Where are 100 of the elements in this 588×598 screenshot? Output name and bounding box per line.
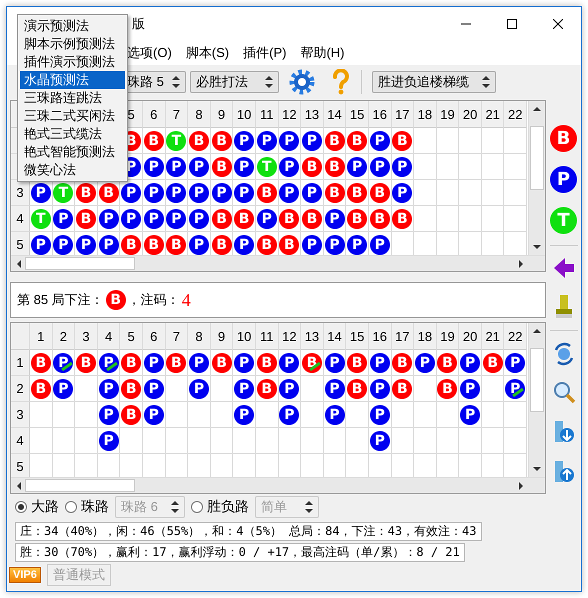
stats-text: 庄：34（40%），闲：46（55%），和：4（5%） 总局：84，下注：43，有效注：43 [15, 522, 482, 541]
grid-cell [459, 154, 482, 180]
bead: P [98, 208, 119, 228]
bead: P [324, 352, 345, 372]
bead: P [188, 352, 209, 372]
bead: P [166, 182, 186, 202]
bead: P [53, 378, 74, 398]
bead: B [370, 208, 390, 228]
menu-item[interactable]: 插件(P) [236, 44, 294, 62]
bead: P [302, 234, 322, 254]
row-header: 5 [11, 454, 30, 477]
grid-cell [504, 206, 528, 232]
grid-cell [436, 180, 460, 206]
bead: B [392, 352, 412, 372]
radio-button[interactable]: 胜负路 [191, 498, 249, 516]
row-header: 5 [11, 232, 30, 255]
column-header: 9 [210, 101, 234, 128]
window-title: 版 [132, 14, 145, 32]
column-header: 14 [324, 323, 346, 350]
arrow-left-icon[interactable] [552, 257, 574, 279]
bead: B [392, 130, 412, 150]
bead: P [505, 378, 526, 398]
bead: P [234, 352, 254, 372]
bead: B [347, 378, 368, 398]
bead: B [144, 130, 164, 150]
bead: P [98, 352, 119, 372]
row-header: 4 [11, 428, 30, 454]
settings-icon[interactable] [289, 68, 315, 94]
bead: P [144, 378, 164, 398]
bead: B [121, 352, 142, 372]
bead: P [188, 208, 209, 228]
bead: P [234, 404, 254, 424]
bead: P [144, 182, 164, 202]
radio-button[interactable]: 大路 [15, 498, 59, 516]
column-header: 8 [188, 323, 211, 350]
menu-item[interactable]: 脚本(S) [178, 44, 236, 62]
spin-arrows-icon [171, 500, 179, 514]
bead: B [392, 378, 412, 398]
bead: B [166, 352, 186, 372]
stats-text: 胜：30（70%），赢利：17，赢利浮动：0 / +17，最高注码（单/累）：8 / 21 [15, 543, 465, 562]
bead: P [279, 404, 300, 424]
bead: P [460, 378, 480, 398]
grid-cell [30, 428, 53, 454]
bead: B [212, 234, 232, 254]
column-header: 10 [233, 101, 256, 128]
horizontal-scrollbar[interactable] [11, 255, 545, 271]
grid-cell [482, 428, 504, 454]
bead: B [370, 182, 390, 202]
bead: P [324, 404, 345, 424]
menu-option[interactable]: 水晶预测法 [20, 71, 125, 89]
menu-option[interactable]: 脚本示例预测法 [20, 35, 125, 53]
maximize-icon[interactable] [507, 18, 517, 28]
row-header: 1 [11, 350, 30, 376]
column-header: 21 [482, 101, 504, 128]
menu-item[interactable]: 帮助(H) [293, 44, 352, 62]
bead: P [234, 130, 254, 150]
bead: B [106, 290, 126, 310]
horizontal-scrollbar[interactable] [11, 477, 545, 493]
spin-arrows-icon [482, 74, 490, 88]
folder-up-icon[interactable] [552, 458, 574, 484]
column-header: 10 [233, 323, 256, 350]
folder-down-icon[interactable] [552, 418, 574, 444]
bead: P [279, 156, 300, 176]
bead: P [98, 234, 119, 254]
bead: P [98, 430, 119, 450]
bead: P [279, 130, 300, 150]
bead: B [76, 182, 96, 202]
bead: B [324, 156, 345, 176]
method-dropdown[interactable]: 必胜打法 [190, 70, 279, 92]
strategy-dropdown[interactable]: 胜进负追楼梯缆 [372, 70, 496, 92]
bead: P [144, 208, 164, 228]
menu-option[interactable]: 演示预测法 [20, 17, 125, 35]
vertical-scrollbar[interactable] [528, 323, 545, 477]
bead-button[interactable]: B [550, 125, 577, 152]
menu-option[interactable]: 插件演示预测法 [20, 53, 125, 71]
bead: P [324, 234, 345, 254]
bead: P [30, 234, 51, 254]
bead: P [370, 234, 390, 254]
bet-amount: 4 [182, 290, 191, 310]
grid-cell [210, 428, 234, 454]
grid-cell [52, 428, 76, 454]
bead: P [98, 404, 119, 424]
bead: P [121, 182, 142, 202]
bead: P [53, 352, 74, 372]
grid-cell [436, 154, 460, 180]
column-header: 1 [30, 323, 53, 350]
column-header: 8 [188, 101, 211, 128]
bead: P [279, 352, 300, 372]
bead: P [324, 208, 345, 228]
bead: P [30, 182, 51, 202]
close-icon[interactable] [553, 18, 563, 28]
column-header: 5 [120, 323, 143, 350]
vertical-scrollbar[interactable] [528, 101, 545, 255]
search-icon[interactable] [552, 380, 576, 404]
radio-button[interactable]: 珠路 [65, 498, 109, 516]
bead: B [256, 234, 277, 254]
bead: B [256, 378, 277, 398]
column-header: 2 [52, 323, 76, 350]
column-header: 16 [368, 323, 392, 350]
bead-button[interactable]: P [550, 166, 577, 193]
